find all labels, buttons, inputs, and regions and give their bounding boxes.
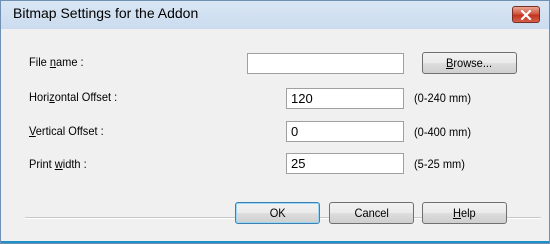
dialog-window: Bitmap Settings for the Addon File name … — [0, 0, 550, 244]
vertical-offset-range: (0-400 mm) — [414, 125, 472, 139]
browse-button[interactable]: Browse... — [422, 52, 517, 74]
help-button[interactable]: Help — [422, 202, 507, 224]
print-width-input[interactable] — [286, 153, 404, 174]
horizontal-offset-label: Horizontal Offset : — [29, 90, 118, 104]
file-name-input[interactable] — [247, 53, 404, 74]
vertical-offset-label: Vertical Offset : — [29, 124, 104, 138]
close-button[interactable] — [512, 6, 540, 23]
file-name-label: File name : — [29, 55, 84, 69]
ok-button[interactable]: OK — [235, 202, 320, 224]
cancel-button-label: Cancel — [354, 206, 389, 220]
vertical-offset-input[interactable] — [286, 121, 404, 142]
horizontal-offset-range: (0-240 mm) — [414, 91, 472, 105]
print-width-label: Print width : — [29, 157, 87, 171]
close-icon — [520, 9, 532, 20]
dialog-body: File name : Browse... Horizontal Offset … — [9, 31, 541, 235]
print-width-range: (5-25 mm) — [414, 157, 465, 171]
help-button-label: Help — [453, 206, 476, 220]
cancel-button[interactable]: Cancel — [329, 202, 414, 224]
browse-button-label: Browse... — [446, 56, 493, 70]
ok-button-label: OK — [269, 206, 286, 220]
dialog-title: Bitmap Settings for the Addon — [13, 5, 199, 21]
window-bottom-edge — [1, 241, 549, 243]
horizontal-offset-input[interactable] — [286, 88, 404, 109]
